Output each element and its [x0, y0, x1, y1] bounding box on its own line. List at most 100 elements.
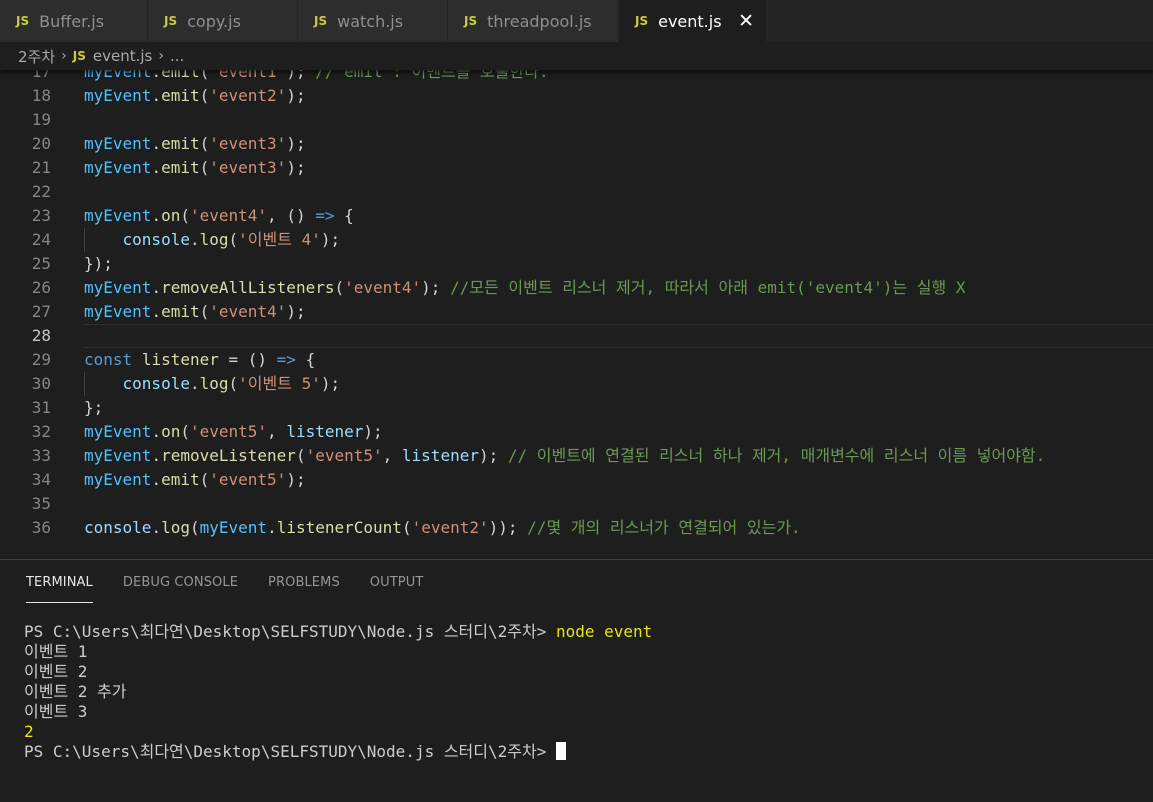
code-token: , () [267, 206, 316, 225]
tab-event-js[interactable]: JS event.js ✕ [619, 0, 767, 42]
code-text: myEvent.emit('event3'); [84, 156, 306, 180]
line-number: 19 [31, 110, 51, 129]
tab-threadpool-js[interactable]: JS threadpool.js [448, 0, 619, 42]
code-token: emit [161, 158, 200, 177]
tab-watch-js[interactable]: JS watch.js [298, 0, 448, 42]
code-text: const listener = () => { [84, 348, 315, 372]
code-line[interactable]: 21 myEvent.emit('event3'); [0, 156, 1153, 180]
code-token: }); [84, 254, 113, 273]
close-icon[interactable]: ✕ [738, 11, 754, 31]
code-token: . [151, 134, 162, 153]
code-token: ( [189, 518, 200, 537]
code-line[interactable]: 27 myEvent.emit('event4'); [0, 300, 1153, 324]
js-file-icon: JS [635, 14, 649, 28]
terminal-output-line: 이벤트 2 [24, 662, 88, 681]
code-token: 'event5' [189, 422, 268, 441]
code-token: ); [320, 230, 341, 249]
code-token: on [161, 422, 181, 441]
panel-tab-debug-console[interactable]: DEBUG CONSOLE [123, 574, 238, 602]
code-token: )); [488, 518, 528, 537]
panel-tab-problems[interactable]: PROBLEMS [268, 574, 340, 602]
code-token: => [315, 206, 335, 225]
code-line[interactable]: 34 myEvent.emit('event5'); [0, 468, 1153, 492]
code-token: = () [218, 350, 277, 369]
line-number: 32 [31, 422, 51, 441]
code-line[interactable]: 29 const listener = () => { [0, 348, 1153, 372]
code-line[interactable]: 30 console.log('이벤트 5'); [0, 372, 1153, 396]
code-line[interactable]: 22 [0, 180, 1153, 204]
code-token: emit [161, 302, 200, 321]
code-token: listenerCount [276, 518, 402, 537]
line-number: 36 [31, 518, 51, 537]
code-line[interactable]: 23 myEvent.on('event4', () => { [0, 204, 1153, 228]
js-file-icon: JS [164, 14, 178, 28]
terminal-output-line: 이벤트 3 [24, 702, 88, 721]
code-token: 'event5' [209, 470, 287, 489]
code-token: ); [286, 470, 306, 489]
line-number: 30 [31, 374, 51, 393]
code-token: ); [363, 422, 383, 441]
code-token: ( [228, 230, 239, 249]
code-token: '이벤트 5' [238, 374, 321, 393]
code-line[interactable]: 33 myEvent.removeListener('event5', liste… [0, 444, 1153, 468]
code-text: console.log('이벤트 5'); [84, 372, 341, 396]
code-token: emit [161, 470, 200, 489]
code-line[interactable]: 18 myEvent.emit('event2'); [0, 84, 1153, 108]
code-token: log [161, 518, 190, 537]
code-token: . [151, 86, 162, 105]
code-token: ); [320, 374, 341, 393]
code-token: removeAllListeners [161, 278, 335, 297]
code-line[interactable]: 28 [0, 324, 1153, 348]
line-number: 24 [31, 230, 51, 249]
code-token: 'event3' [209, 134, 287, 153]
terminal-line: PS C:\Users\최다연\Desktop\SELFSTUDY\Node.j… [24, 622, 652, 642]
code-line[interactable]: 20 myEvent.emit('event3'); [0, 132, 1153, 156]
code-token: log [199, 230, 229, 249]
code-token: myEvent [84, 470, 152, 489]
tab-label: copy.js [187, 11, 241, 31]
code-line[interactable]: 24 console.log('이벤트 4'); [0, 228, 1153, 252]
code-line[interactable]: 35 [0, 492, 1153, 516]
terminal[interactable]: PS C:\Users\최다연\Desktop\SELFSTUDY\Node.j… [24, 622, 652, 762]
code-token: ( [199, 158, 210, 177]
code-token: myEvent [84, 86, 152, 105]
terminal-prompt: PS C:\Users\최다연\Desktop\SELFSTUDY\Node.j… [24, 742, 556, 761]
code-token: 'event4' [189, 206, 268, 225]
breadcrumb-folder[interactable]: 2주차 [18, 46, 55, 67]
code-line[interactable]: 31}; [0, 396, 1153, 420]
code-token: }; [84, 398, 104, 417]
terminal-command: node event [555, 622, 653, 641]
code-line[interactable]: 26 myEvent.removeAllListeners('event4'); … [0, 276, 1153, 300]
code-line[interactable]: 36 console.log(myEvent.listenerCount('eve… [0, 516, 1153, 540]
code-token: . [151, 302, 162, 321]
line-number: 21 [31, 158, 51, 177]
code-editor[interactable]: 17 myEvent.emit('event1'); // emit : 이벤트를… [0, 62, 1153, 559]
code-token: , [267, 422, 287, 441]
code-token: ( [295, 446, 306, 465]
code-token: listener [141, 350, 219, 369]
breadcrumb-symbols[interactable]: ... [170, 47, 184, 65]
code-text: myEvent.removeAllListeners('event4'); //… [84, 276, 966, 300]
code-line[interactable]: 25}); [0, 252, 1153, 276]
code-token: removeListener [161, 446, 296, 465]
code-text: myEvent.emit('event2'); [84, 84, 306, 108]
tab-buffer-js[interactable]: JS Buffer.js [0, 0, 148, 42]
code-text: myEvent.on('event5', listener); [84, 420, 383, 444]
code-text: }; [84, 396, 103, 420]
code-token: ( [401, 518, 412, 537]
code-token: 'event4' [209, 302, 287, 321]
code-token: listener [401, 446, 479, 465]
code-line[interactable]: 32 myEvent.on('event5', listener); [0, 420, 1153, 444]
tab-copy-js[interactable]: JS copy.js [148, 0, 298, 42]
breadcrumb-file[interactable]: event.js [93, 47, 152, 65]
code-line[interactable]: 19 [0, 108, 1153, 132]
panel-tab-terminal[interactable]: TERMINAL [26, 574, 93, 603]
code-token: 'event2' [209, 86, 287, 105]
js-file-icon: JS [72, 49, 86, 63]
line-number: 20 [31, 134, 51, 153]
line-number: 31 [31, 398, 51, 417]
panel-tab-output[interactable]: OUTPUT [370, 574, 424, 602]
code-token: ( [199, 302, 210, 321]
line-number: 18 [31, 86, 51, 105]
